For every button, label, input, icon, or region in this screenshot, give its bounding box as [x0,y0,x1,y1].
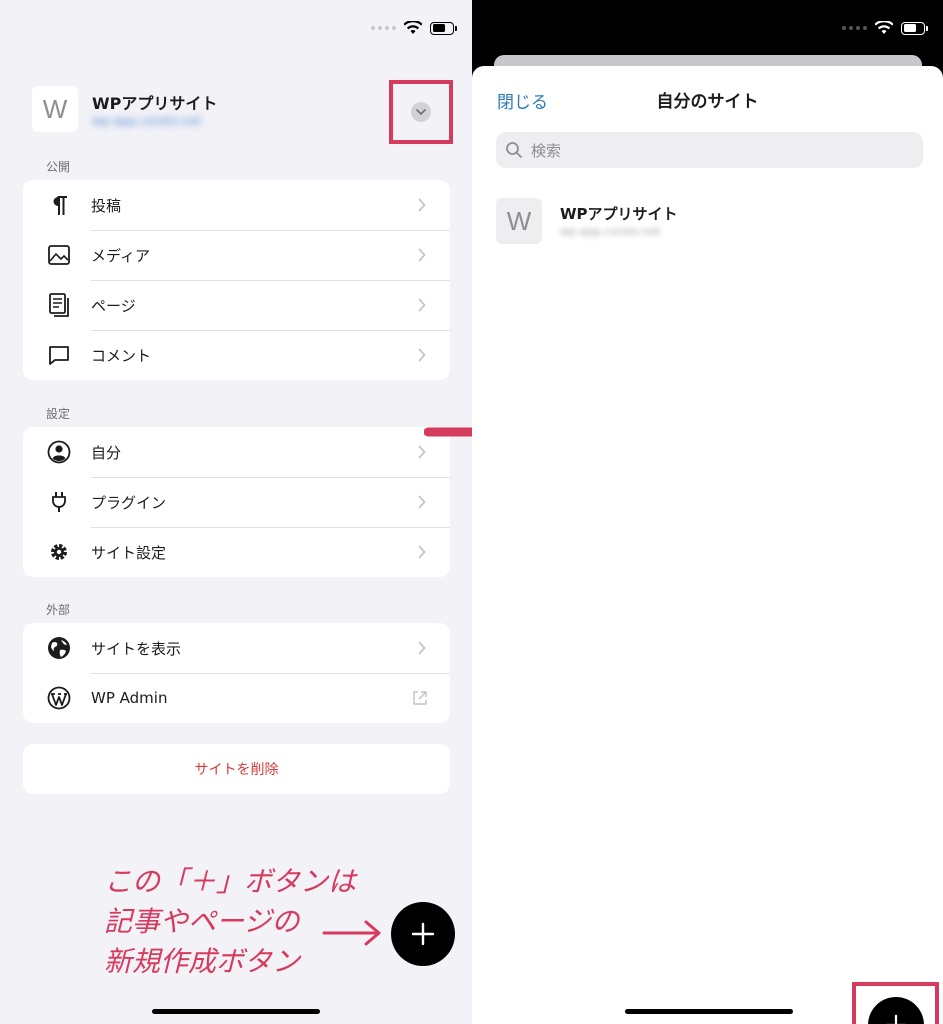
home-indicator [625,1009,793,1014]
site-switcher-button[interactable] [411,102,431,122]
menu-item-me[interactable]: 自分 [23,427,450,477]
menu-item-label: 自分 [91,443,122,462]
chevron-right-icon [418,298,426,312]
pilcrow-icon [47,193,71,217]
site-avatar: W [496,198,542,244]
create-button[interactable] [867,996,924,1024]
site-url: wp-app.coroto.net [560,225,661,238]
chevron-right-icon [418,641,426,655]
chevron-right-icon [418,495,426,509]
plus-icon [411,922,435,946]
signal-icon [842,26,867,30]
site-url: wp-app.coroto.net [92,114,202,128]
section-title-external: 外部 [46,603,71,617]
menu-item-label: 投稿 [91,196,122,215]
wifi-icon [404,21,422,34]
menu-item-label: サイトを表示 [91,639,182,658]
delete-site-button[interactable]: サイトを削除 [23,744,450,794]
wifi-icon [875,21,893,34]
external-link-icon [413,691,427,705]
menu-item-label: メディア [91,246,150,265]
chevron-right-icon [418,248,426,262]
sites-sheet: 閉じる 自分のサイト W WPアプリサイト wp-app.coroto.net [472,66,943,1024]
image-icon [47,243,71,267]
external-group: サイトを表示 WP Admin [23,623,450,723]
menu-item-media[interactable]: メディア [23,230,450,280]
sheet-title: 自分のサイト [656,92,759,112]
annotation-arrow-icon [322,920,381,946]
menu-item-label: ページ [91,296,136,315]
menu-item-label: サイト設定 [91,543,167,562]
menu-item-pages[interactable]: ページ [23,280,450,330]
section-title-settings: 設定 [46,407,71,421]
plug-icon [47,490,71,514]
status-bar [371,18,457,38]
chevron-down-icon [416,109,426,115]
chevron-right-icon [418,198,426,212]
menu-item-wp-admin[interactable]: WP Admin [23,673,450,723]
publish-group: 投稿 メディア ページ コメント [23,180,450,380]
my-site-screen: W WPアプリサイト wp-app.coroto.net 公開 投稿 メディア … [0,0,472,1024]
site-switcher-highlight [389,80,453,144]
status-bar [842,18,928,38]
chevron-right-icon [418,348,426,362]
battery-icon [430,21,457,35]
menu-item-posts[interactable]: 投稿 [23,180,450,230]
create-button-highlight [852,982,939,1024]
home-indicator [152,1009,320,1014]
menu-item-view-site[interactable]: サイトを表示 [23,623,450,673]
menu-item-label: WP Admin [91,689,168,707]
create-button[interactable] [391,902,455,966]
battery-icon [901,21,928,35]
globe-icon [47,636,71,660]
annotation-line: この「＋」ボタンは [104,865,357,898]
search-input[interactable] [529,132,913,170]
search-bar [496,132,923,170]
person-circle-icon [47,440,71,464]
menu-item-plugins[interactable]: プラグイン [23,477,450,527]
site-name: WPアプリサイト [560,205,678,223]
menu-item-label: プラグイン [91,493,167,512]
site-list-item[interactable]: W WPアプリサイト wp-app.coroto.net [496,198,916,246]
annotation-line: 新規作成ボタン [104,945,301,978]
pages-icon [47,293,71,317]
my-sites-sheet-screen: 閉じる 自分のサイト W WPアプリサイト wp-app.coroto.net [472,0,943,1024]
settings-group: 自分 プラグイン サイト設定 [23,427,450,577]
comment-icon [47,343,71,367]
site-name: WPアプリサイト [92,94,218,113]
gear-icon [47,540,71,564]
menu-item-site-settings[interactable]: サイト設定 [23,527,450,577]
site-avatar: W [32,86,78,132]
search-icon [506,142,522,158]
plus-icon [885,1014,906,1024]
chevron-right-icon [418,545,426,559]
wordpress-icon [47,686,71,710]
section-title-publish: 公開 [46,160,71,174]
menu-item-label: コメント [91,346,152,365]
menu-item-comments[interactable]: コメント [23,330,450,380]
signal-icon [371,26,396,30]
